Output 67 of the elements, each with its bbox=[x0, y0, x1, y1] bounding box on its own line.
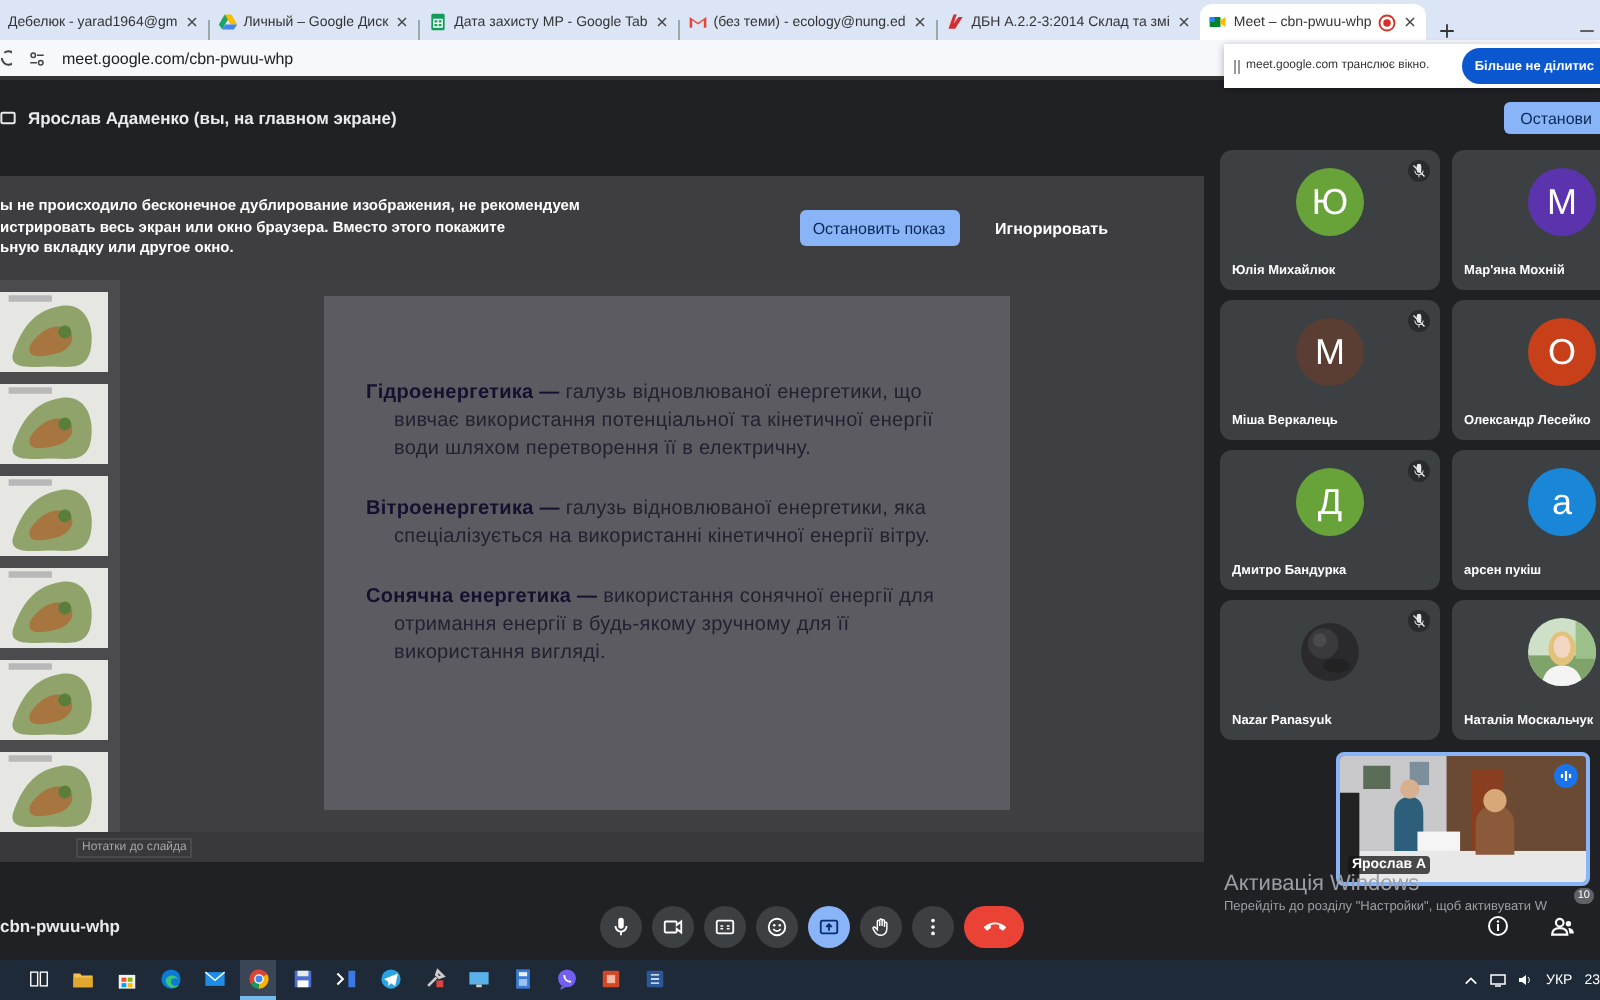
close-icon[interactable] bbox=[1401, 14, 1418, 30]
ring-icon bbox=[247, 967, 269, 989]
leave-call-button[interactable] bbox=[964, 905, 1024, 947]
reactions-button[interactable] bbox=[756, 905, 798, 947]
taskbar-button[interactable] bbox=[240, 960, 276, 1000]
microphone-off-icon bbox=[1408, 460, 1430, 482]
close-icon[interactable] bbox=[653, 14, 670, 30]
url-field[interactable]: meet.google.com/cbn-pwuu-whp bbox=[62, 49, 294, 67]
avatar: а bbox=[1528, 468, 1596, 536]
slides-icon bbox=[599, 967, 621, 989]
more-options-button[interactable] bbox=[912, 905, 954, 947]
present-screen-icon bbox=[818, 915, 840, 937]
window-icon bbox=[335, 967, 357, 989]
people-icon bbox=[1550, 913, 1576, 939]
raise-hand-button[interactable] bbox=[860, 905, 902, 947]
speech-bubble-icon bbox=[555, 967, 577, 989]
calculator-icon bbox=[511, 967, 533, 989]
envelope-icon bbox=[687, 12, 708, 32]
info-icon bbox=[1485, 914, 1509, 938]
microphone-icon bbox=[610, 915, 632, 937]
smiley-icon bbox=[766, 915, 788, 937]
video-camera-icon bbox=[1207, 12, 1228, 32]
emblem-icon bbox=[945, 12, 966, 32]
close-icon[interactable] bbox=[911, 14, 928, 30]
avatar: М bbox=[1296, 318, 1364, 386]
presenting-icon bbox=[0, 110, 16, 126]
stop-presenting-button[interactable]: Остановить показ bbox=[799, 210, 960, 246]
stop-sharing-button[interactable]: Останови bbox=[1504, 102, 1600, 134]
camera-button[interactable] bbox=[652, 905, 694, 947]
microphone-off-icon bbox=[1408, 160, 1430, 182]
wrench-icon bbox=[423, 967, 445, 989]
captions-button[interactable] bbox=[704, 905, 746, 947]
site-settings-icon[interactable] bbox=[28, 49, 46, 67]
hand-icon bbox=[870, 915, 892, 937]
video-camera-icon bbox=[662, 915, 684, 937]
avatar: Ю bbox=[1296, 168, 1364, 236]
drag-handle-icon bbox=[1234, 59, 1240, 73]
chevron-up-icon[interactable] bbox=[1464, 973, 1478, 987]
avatar: Д bbox=[1296, 468, 1364, 536]
slide-paragraph: Гідроенергетика — галузь відновлюваної енергетики, що вивчає використання потенціальної та кінетичної енергії води шляхом перетворення її в електричну. bbox=[366, 380, 936, 464]
close-icon[interactable] bbox=[183, 14, 200, 30]
swirl-icon bbox=[159, 967, 181, 989]
present-button[interactable] bbox=[808, 905, 850, 947]
meeting-code: cbn-pwuu-whp bbox=[0, 916, 122, 936]
task-view-icon bbox=[27, 967, 49, 989]
slide-paragraph: Сонячна енергетика — використання сонячної енергії для отримання енергії в будь-якому зручному для її використання вигляді. bbox=[366, 584, 937, 668]
avatar: М bbox=[1528, 168, 1596, 236]
close-icon[interactable] bbox=[1175, 14, 1192, 30]
presenter-label: Ярослав Адаменко (вы, на главном экране) bbox=[28, 108, 397, 128]
volume-icon[interactable] bbox=[1518, 972, 1534, 988]
microphone-off-icon bbox=[1408, 610, 1430, 632]
microphone-button[interactable] bbox=[600, 905, 642, 947]
document-icon bbox=[643, 967, 665, 989]
reload-icon[interactable] bbox=[0, 48, 12, 68]
paper-plane-icon bbox=[379, 967, 401, 989]
close-icon[interactable] bbox=[394, 14, 411, 30]
monitor-icon bbox=[467, 967, 489, 989]
triangle-icon bbox=[217, 12, 238, 32]
microphone-off-icon bbox=[1408, 310, 1430, 332]
plus-icon[interactable] bbox=[1437, 22, 1456, 40]
captions-icon bbox=[714, 915, 736, 937]
avatar: О bbox=[1528, 318, 1596, 386]
activation-title: Активація Windows bbox=[1224, 872, 1422, 896]
spreadsheet-icon bbox=[428, 12, 449, 32]
slide-paragraph: Вітроенергетика — галузь відновлюваної енергетики, яка спеціалізується на використанні кінетичної енергії вітру. bbox=[366, 496, 933, 552]
ignore-button[interactable]: Игнорировать bbox=[983, 217, 1120, 239]
envelope-icon bbox=[203, 967, 225, 989]
